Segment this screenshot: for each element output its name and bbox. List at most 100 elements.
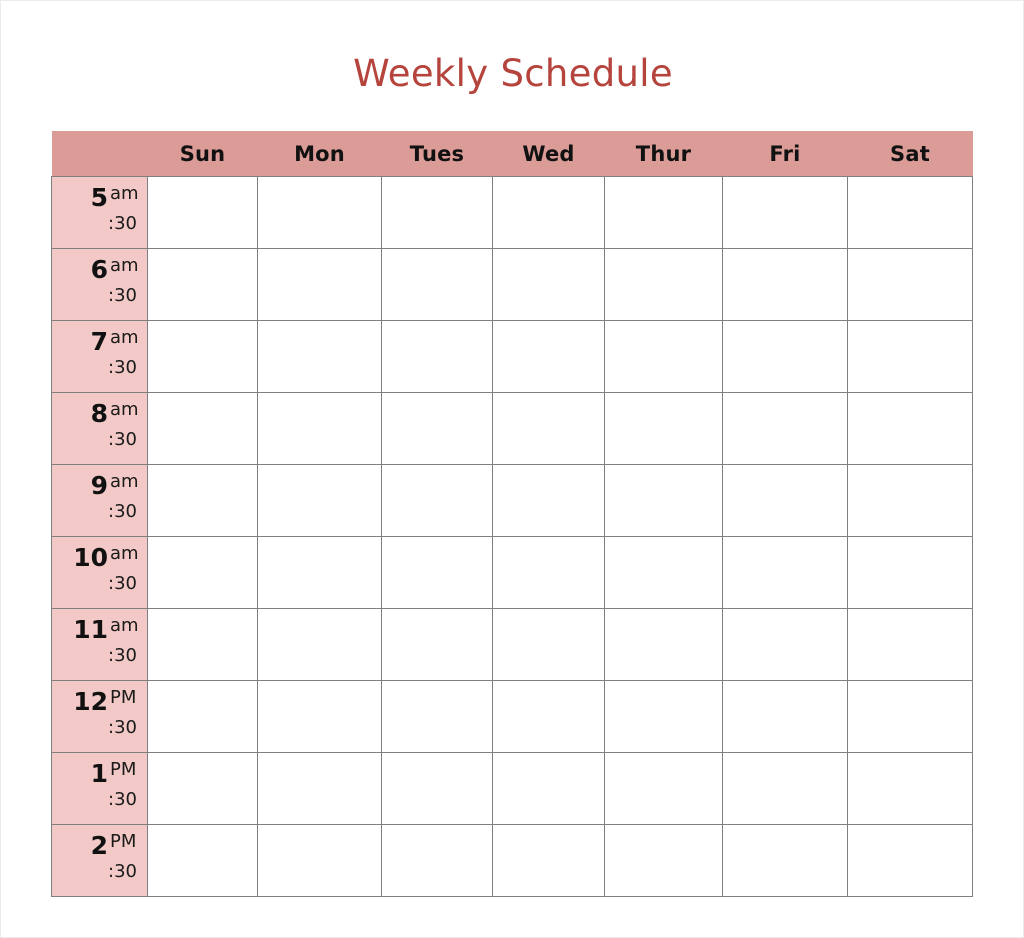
- schedule-cell[interactable]: [147, 176, 258, 249]
- time-meridiem: am: [110, 399, 139, 420]
- time-hour: 8: [90, 399, 108, 428]
- header-day-mon: Mon: [257, 131, 382, 177]
- table-row: 2 PM :30: [51, 824, 973, 897]
- table-row: 6 am :30: [51, 248, 973, 321]
- schedule-cell[interactable]: [492, 680, 605, 753]
- schedule-cell[interactable]: [847, 680, 973, 753]
- schedule-cell[interactable]: [847, 320, 973, 393]
- time-hour: 1: [90, 759, 108, 788]
- schedule-cell[interactable]: [492, 248, 605, 321]
- schedule-cell[interactable]: [722, 248, 848, 321]
- schedule-cell[interactable]: [381, 752, 493, 825]
- schedule-cell[interactable]: [604, 608, 723, 681]
- schedule-cell[interactable]: [381, 536, 493, 609]
- time-meridiem: am: [110, 543, 139, 564]
- time-label-inner: 2 PM :30: [52, 825, 147, 896]
- schedule-cell[interactable]: [492, 536, 605, 609]
- schedule-cell[interactable]: [604, 680, 723, 753]
- schedule-cell[interactable]: [722, 752, 848, 825]
- schedule-cell[interactable]: [147, 680, 258, 753]
- schedule-cell[interactable]: [381, 320, 493, 393]
- schedule-cell[interactable]: [847, 608, 973, 681]
- schedule-cell[interactable]: [604, 320, 723, 393]
- time-half-hour: :30: [108, 429, 137, 450]
- header-day-thur: Thur: [604, 131, 723, 177]
- time-hour: 12: [73, 687, 108, 716]
- schedule-cell[interactable]: [847, 536, 973, 609]
- schedule-cell[interactable]: [381, 824, 493, 897]
- schedule-cell[interactable]: [147, 536, 258, 609]
- time-half-hour: :30: [108, 789, 137, 810]
- time-half-hour: :30: [108, 285, 137, 306]
- schedule-cell[interactable]: [147, 824, 258, 897]
- schedule-cell[interactable]: [722, 680, 848, 753]
- time-label-inner: 7 am :30: [52, 321, 147, 392]
- schedule-cell[interactable]: [381, 464, 493, 537]
- schedule-cell[interactable]: [257, 176, 382, 249]
- time-half-hour: :30: [108, 357, 137, 378]
- time-meridiem: PM: [110, 759, 137, 780]
- schedule-cell[interactable]: [847, 752, 973, 825]
- schedule-cell[interactable]: [147, 752, 258, 825]
- schedule-cell[interactable]: [604, 536, 723, 609]
- time-meridiem: am: [110, 615, 139, 636]
- schedule-cell[interactable]: [257, 392, 382, 465]
- schedule-cell[interactable]: [257, 680, 382, 753]
- schedule-cell[interactable]: [604, 824, 723, 897]
- schedule-cell[interactable]: [722, 536, 848, 609]
- schedule-cell[interactable]: [492, 464, 605, 537]
- schedule-cell[interactable]: [847, 392, 973, 465]
- schedule-cell[interactable]: [492, 824, 605, 897]
- schedule-cell[interactable]: [492, 608, 605, 681]
- schedule-cell[interactable]: [381, 680, 493, 753]
- schedule-cell[interactable]: [847, 464, 973, 537]
- schedule-cell[interactable]: [257, 752, 382, 825]
- schedule-cell[interactable]: [604, 752, 723, 825]
- schedule-cell[interactable]: [604, 176, 723, 249]
- time-label-inner: 12 PM :30: [52, 681, 147, 752]
- schedule-cell[interactable]: [492, 752, 605, 825]
- schedule-cell[interactable]: [257, 536, 382, 609]
- schedule-cell[interactable]: [257, 320, 382, 393]
- schedule-cell[interactable]: [492, 392, 605, 465]
- schedule-cell[interactable]: [381, 608, 493, 681]
- schedule-cell[interactable]: [381, 176, 493, 249]
- schedule-cell[interactable]: [722, 176, 848, 249]
- table-header: Sun Mon Tues Wed Thur Fri Sat: [51, 131, 973, 177]
- schedule-cell[interactable]: [847, 176, 973, 249]
- schedule-table: Sun Mon Tues Wed Thur Fri Sat 5 am :30 6…: [51, 131, 973, 897]
- table-row: 11 am :30: [51, 608, 973, 681]
- time-label-inner: 8 am :30: [52, 393, 147, 464]
- schedule-cell[interactable]: [722, 608, 848, 681]
- schedule-cell[interactable]: [722, 464, 848, 537]
- schedule-cell[interactable]: [604, 392, 723, 465]
- schedule-cell[interactable]: [147, 464, 258, 537]
- schedule-cell[interactable]: [604, 464, 723, 537]
- schedule-cell[interactable]: [492, 176, 605, 249]
- schedule-cell[interactable]: [147, 248, 258, 321]
- schedule-cell[interactable]: [257, 824, 382, 897]
- schedule-cell[interactable]: [257, 608, 382, 681]
- time-meridiem: am: [110, 327, 139, 348]
- schedule-cell[interactable]: [381, 392, 493, 465]
- schedule-cell[interactable]: [847, 824, 973, 897]
- schedule-cell[interactable]: [147, 320, 258, 393]
- header-day-fri: Fri: [722, 131, 848, 177]
- schedule-cell[interactable]: [147, 392, 258, 465]
- time-meridiem: PM: [110, 687, 137, 708]
- schedule-cell[interactable]: [722, 824, 848, 897]
- time-label-inner: 1 PM :30: [52, 753, 147, 824]
- schedule-cell[interactable]: [257, 464, 382, 537]
- time-label-cell: 2 PM :30: [51, 824, 148, 897]
- schedule-cell[interactable]: [604, 248, 723, 321]
- time-half-hour: :30: [108, 861, 137, 882]
- schedule-cell[interactable]: [847, 248, 973, 321]
- schedule-cell[interactable]: [147, 608, 258, 681]
- schedule-cell[interactable]: [722, 320, 848, 393]
- time-hour: 7: [90, 327, 108, 356]
- schedule-cell[interactable]: [381, 248, 493, 321]
- schedule-cell[interactable]: [722, 392, 848, 465]
- schedule-cell[interactable]: [492, 320, 605, 393]
- time-label-cell: 6 am :30: [51, 248, 148, 321]
- schedule-cell[interactable]: [257, 248, 382, 321]
